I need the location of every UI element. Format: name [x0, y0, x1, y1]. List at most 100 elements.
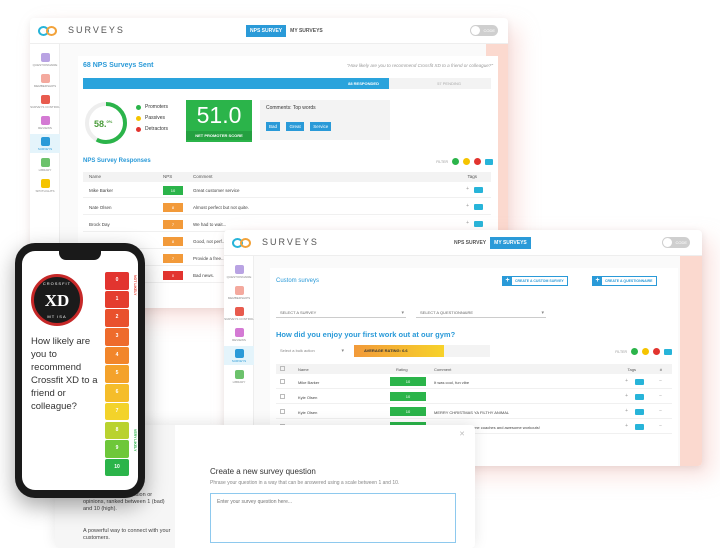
rating-option[interactable]: 3 — [105, 328, 129, 346]
filter-promoters-icon[interactable] — [631, 348, 638, 355]
column-tags: Tags — [627, 367, 636, 372]
filter-passives-icon[interactable] — [463, 158, 470, 165]
survey-question-input[interactable] — [210, 493, 456, 543]
remove-icon[interactable]: − — [659, 423, 662, 429]
users-icon — [40, 74, 50, 83]
sidebar-item-label: QUESTIONNAIRE — [226, 275, 252, 279]
sidebar-item[interactable]: REVIEWS — [224, 325, 254, 344]
add-tag-icon[interactable]: + — [625, 378, 628, 384]
filter-label: FILTER — [615, 349, 627, 354]
sidebar-item[interactable]: QUESTIONNAIRE — [224, 262, 254, 281]
column-nps[interactable]: NPS — [163, 174, 172, 179]
tag-icon[interactable] — [635, 409, 644, 415]
rating-option[interactable]: 2 — [105, 309, 129, 327]
tab-nps-survey[interactable]: NPS SURVEY — [450, 237, 490, 249]
sidebar-item[interactable]: REVIEWS — [30, 113, 60, 132]
filter-passives-icon[interactable] — [642, 348, 649, 355]
row-comment: Provide a free... — [193, 256, 225, 261]
app-logo-icon[interactable] — [38, 26, 58, 36]
add-tag-icon[interactable]: + — [625, 393, 628, 399]
sidebar-item[interactable]: LIBRARY — [224, 367, 254, 386]
rating-option[interactable]: 7 — [105, 402, 129, 421]
sidebar-item[interactable]: MEMBERSHIPS — [30, 71, 60, 90]
tag-icon[interactable] — [474, 204, 483, 210]
tag-icon[interactable] — [635, 394, 644, 400]
tab-nps-survey[interactable]: NPS SURVEY — [246, 25, 287, 37]
sidebar-item-label: REVIEWS — [232, 338, 246, 342]
sidebar-item-label: MEMBERSHIPS — [33, 84, 57, 88]
word-chip[interactable]: Service — [310, 122, 332, 131]
row-name: Mike Barker — [298, 380, 320, 385]
remove-icon[interactable]: − — [659, 378, 662, 384]
sidebar-item-label: REVIEWS — [38, 126, 52, 130]
tag-icon[interactable] — [474, 221, 483, 227]
tag-icon[interactable] — [635, 424, 644, 430]
filter-detractors-icon[interactable] — [474, 158, 481, 165]
rating-option[interactable]: 10 — [105, 458, 129, 477]
filter-promoters-icon[interactable] — [452, 158, 459, 165]
tab-my-surveys[interactable]: MY SURVEYS — [286, 25, 327, 37]
word-chip[interactable]: Great — [286, 122, 304, 131]
remove-icon[interactable]: − — [659, 408, 662, 414]
rating-option[interactable]: 1 — [105, 290, 129, 309]
add-tag-icon[interactable]: + — [625, 423, 628, 429]
sidebar-item[interactable]: SURVEYS CONTROL — [224, 304, 254, 323]
nps-value: 51.0 — [196, 102, 242, 128]
rating-option[interactable]: 4 — [105, 346, 129, 365]
close-icon[interactable]: ✕ — [459, 430, 465, 438]
filter-tag-icon[interactable] — [664, 348, 672, 355]
row-checkbox[interactable] — [280, 394, 285, 399]
column-more: # — [659, 367, 662, 372]
sidebar-item[interactable]: LIBRARY — [30, 155, 60, 174]
table-row[interactable]: Mike Barker 10 Great customer service + — [83, 183, 491, 198]
survey-tabs: NPS SURVEY MY SURVEYS — [450, 237, 531, 249]
select-survey-dropdown[interactable]: SELECT A SURVEY — [276, 308, 406, 318]
table-row[interactable]: Nate Olsen 8 Almost perfect but not quite.… — [83, 200, 491, 215]
top-bar: SURVEYS NPS SURVEY MY SURVEYS CODE — [224, 230, 702, 256]
row-checkbox[interactable] — [280, 409, 285, 414]
select-all-checkbox[interactable] — [280, 366, 285, 371]
column-rating: Rating — [396, 367, 408, 372]
filter-detractors-icon[interactable] — [653, 348, 660, 355]
sidebar-item[interactable]: SURVEYS — [224, 346, 254, 365]
rating-option[interactable]: 6 — [105, 384, 129, 402]
sidebar-item[interactable]: SURVEYS CONTROL — [30, 92, 60, 111]
create-questionnaire-button[interactable]: CREATE A QUESTIONNAIRE — [592, 276, 657, 286]
table-row[interactable]: Kyle Olsen 10 MERRY CHRISTMAS YA FILTHY AN… — [276, 405, 672, 419]
table-row[interactable]: Kyle Olsen 10 + − — [276, 390, 672, 404]
add-tag-icon[interactable]: + — [466, 203, 469, 209]
tab-my-surveys[interactable]: MY SURVEYS — [490, 237, 531, 249]
sidebar-item[interactable]: SURVEYS — [30, 134, 60, 153]
remove-icon[interactable]: − — [659, 393, 662, 399]
sidebar-item[interactable]: SPOTLIGHTS — [30, 176, 60, 195]
table-row[interactable]: Mike Barker 10 It was cool, fun vibe + − — [276, 375, 672, 389]
sidebar-item[interactable]: QUESTIONNAIRE — [30, 50, 60, 69]
word-chip[interactable]: Bad — [266, 122, 281, 131]
add-tag-icon[interactable]: + — [625, 408, 628, 414]
filter-tag-icon[interactable] — [485, 158, 493, 165]
app-logo-icon[interactable] — [232, 238, 252, 248]
rating-option[interactable]: 5 — [105, 365, 129, 383]
rating-option[interactable]: 0 — [105, 272, 129, 290]
rating-scale: 0 1 2 3 4 5 6 7 8 9 10 — [105, 272, 129, 478]
select-questionnaire-dropdown[interactable]: SELECT A QUESTIONNAIRE — [416, 308, 546, 318]
rating-option[interactable]: 9 — [105, 440, 129, 458]
rating-option[interactable]: 8 — [105, 421, 129, 439]
logo-bottom-text: MT ISA — [47, 314, 67, 319]
add-tag-icon[interactable]: + — [466, 220, 469, 226]
pdf-icon — [234, 307, 244, 316]
tag-icon[interactable] — [474, 187, 483, 193]
tag-icon[interactable] — [635, 379, 644, 385]
row-checkbox[interactable] — [280, 379, 285, 384]
create-custom-survey-button[interactable]: CREATE A CUSTOM SURVEY — [502, 276, 568, 286]
logo-top-text: CROSSFIT — [42, 281, 72, 286]
add-tag-icon[interactable]: + — [466, 186, 469, 192]
sidebar-item[interactable]: MEMBERSHIPS — [224, 283, 254, 302]
mode-toggle[interactable]: CODE — [470, 25, 498, 36]
mode-toggle[interactable]: CODE — [662, 237, 690, 248]
row-comment: Bad news. — [193, 273, 215, 278]
nps-label: NET PROMOTER SCORE — [186, 131, 252, 140]
phone-screen: CROSSFIT XD MT ISA How likely are you to… — [22, 251, 138, 490]
bulk-action-dropdown[interactable]: Select a bulk action — [276, 346, 346, 356]
chart-icon — [40, 137, 50, 146]
